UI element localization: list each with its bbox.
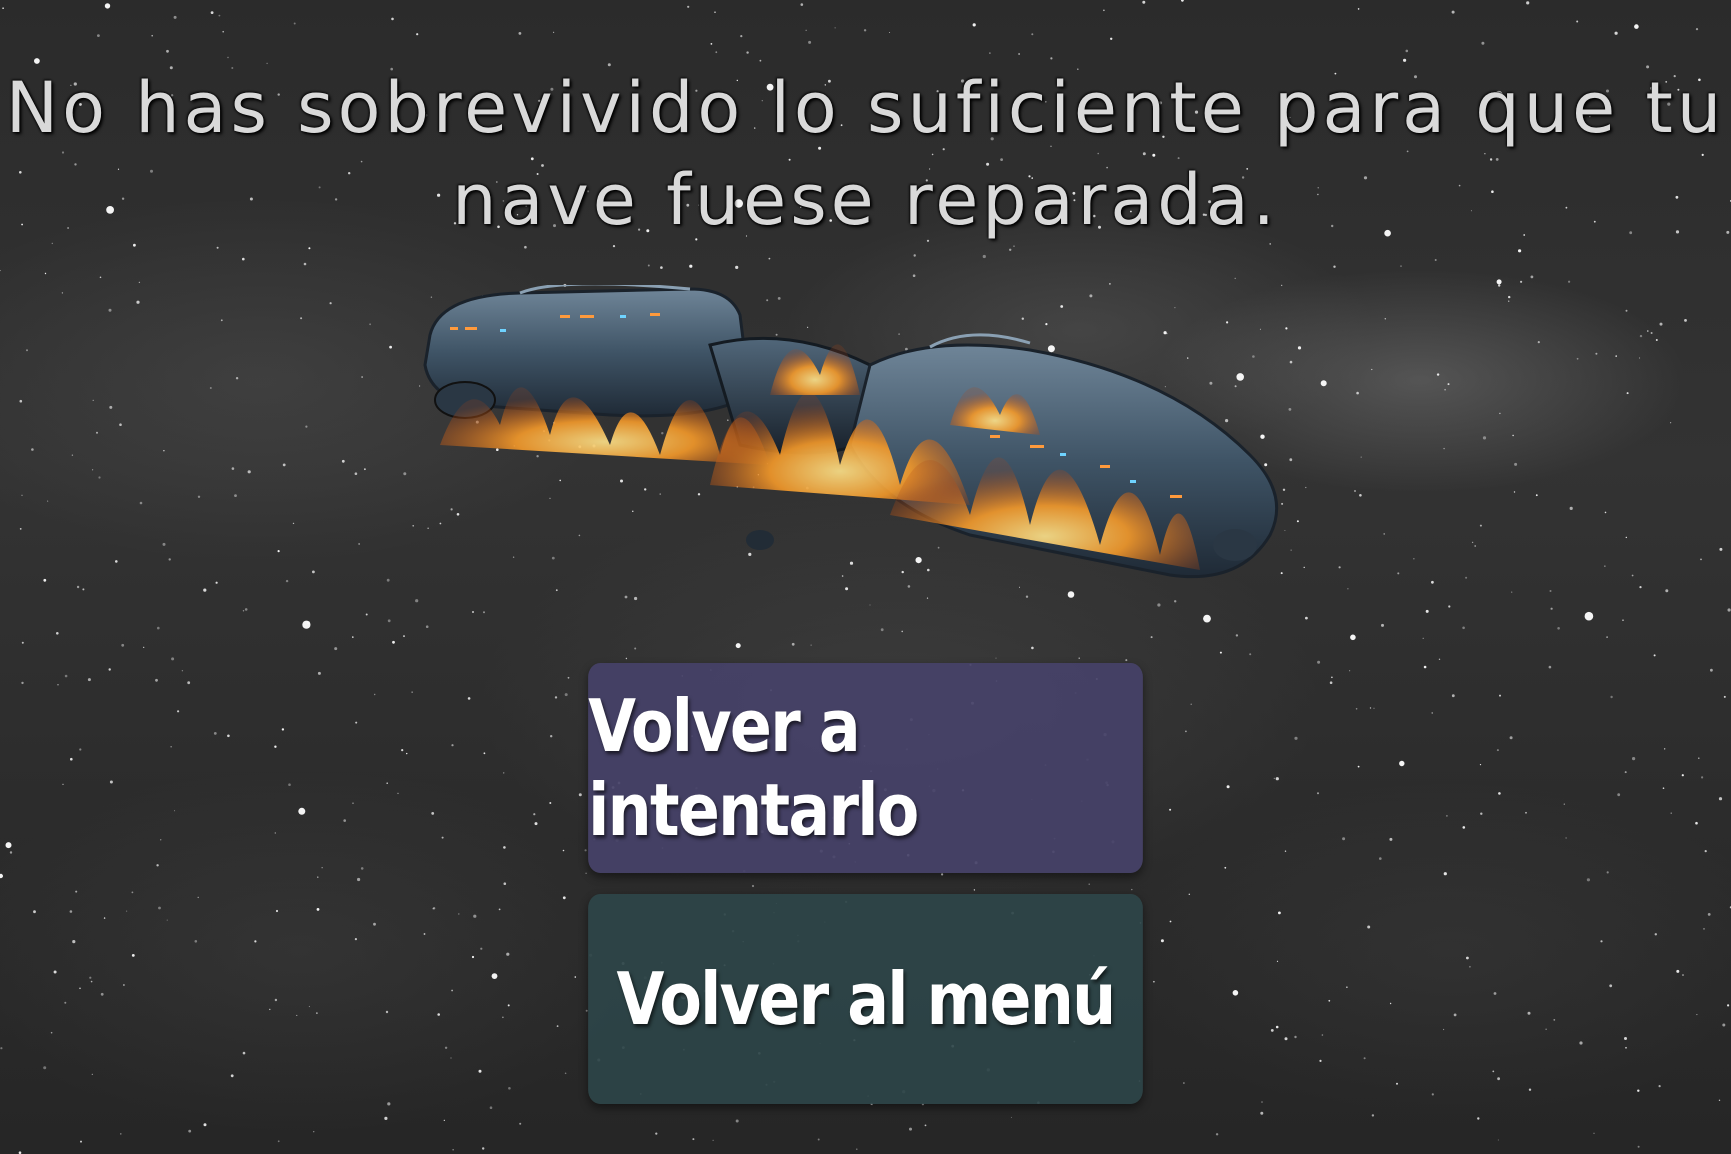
game-over-message: No has sobrevivido lo suficiente para qu… — [5, 67, 1726, 241]
game-over-screen: No has sobrevivido lo suficiente para qu… — [0, 0, 1731, 1154]
burning-spaceship-image — [423, 285, 1279, 579]
retry-button[interactable]: Volver a intentarlo — [588, 663, 1143, 873]
back-to-menu-button[interactable]: Volver al menú — [588, 894, 1143, 1104]
